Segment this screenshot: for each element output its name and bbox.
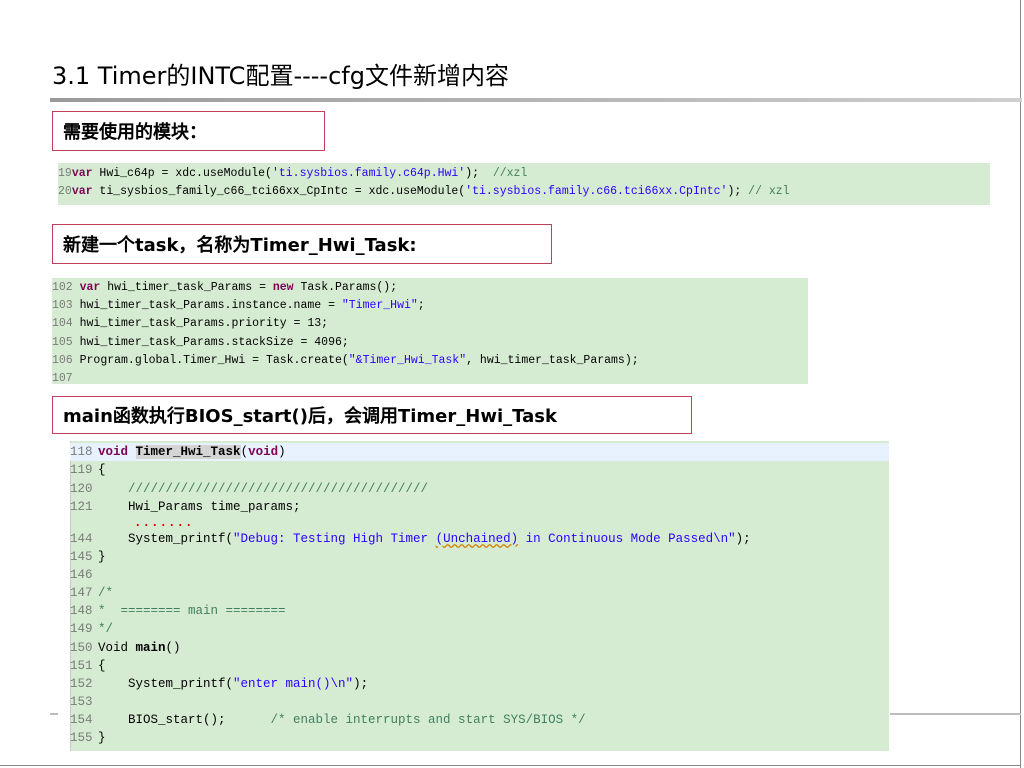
divider-right <box>890 713 1021 715</box>
section-label-main-call: main函数执行BIOS_start()后，会调用Timer_Hwi_Task <box>52 396 692 434</box>
code-block-modules: 19var Hwi_c64p = xdc.useModule('ti.sysbi… <box>58 163 990 205</box>
code-line: 151{ <box>70 659 106 673</box>
code-line: 103 hwi_timer_task_Params.instance.name … <box>52 299 425 313</box>
code-line: 152 System_printf("enter main()\n"); <box>70 677 369 691</box>
code-line: 119{ <box>70 463 106 477</box>
code-line: 153 <box>70 695 93 709</box>
code-line: 106 Program.global.Timer_Hwi = Task.crea… <box>52 353 639 367</box>
code-line: 155} <box>70 731 106 745</box>
code-editor-main: 118 void Timer_Hwi_Task(void) 119{ 120 //… <box>58 441 889 751</box>
code-line: 145} <box>70 550 106 564</box>
slide-frame-bottom <box>0 765 1021 766</box>
slide-title: 3.1 Timer的INTC配置----cfg文件新增内容 <box>52 62 509 90</box>
code-line: 149 */ <box>70 622 114 636</box>
code-line: 118 void Timer_Hwi_Task(void) <box>70 445 286 459</box>
title-underline <box>50 98 1022 102</box>
code-line: 107 <box>52 371 73 385</box>
code-block-task-create: 102 var hwi_timer_task_Params = new Task… <box>52 278 808 385</box>
code-line: 104 hwi_timer_task_Params.priority = 13; <box>52 317 329 331</box>
code-line: 19var Hwi_c64p = xdc.useModule('ti.sysbi… <box>58 167 528 180</box>
code-line: 150 Void main() <box>70 641 181 655</box>
section-label-new-task: 新建一个task，名称为Timer_Hwi_Task: <box>52 224 552 264</box>
code-line: 147/* <box>70 586 114 600</box>
code-line: 105 hwi_timer_task_Params.stackSize = 40… <box>52 335 349 349</box>
code-line: 146 <box>70 568 93 582</box>
code-line: 144 System_printf("Debug: Testing High T… <box>70 532 751 546</box>
code-line: 102 var hwi_timer_task_Params = new Task… <box>52 281 398 294</box>
code-line: 20var ti_sysbios_family_c66_tci66xx_CpIn… <box>58 185 790 199</box>
divider-left <box>50 713 58 715</box>
code-line: 148 * ======== main ======== <box>70 604 286 618</box>
section-label-modules: 需要使用的模块： <box>52 111 325 151</box>
code-line: 120 ////////////////////////////////////… <box>70 482 429 496</box>
slide-frame-right <box>1020 0 1021 768</box>
code-line: 154 BIOS_start(); /* enable interrupts a… <box>70 713 586 727</box>
